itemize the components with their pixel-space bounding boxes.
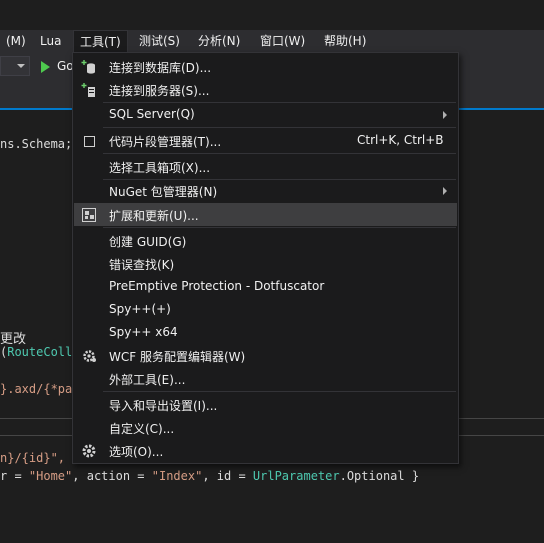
menu-item-label: 连接到数据库(D)... (109, 61, 212, 75)
menu-item-spy-x64[interactable]: Spy++ x64 (74, 321, 457, 344)
code-token: .Optional } (339, 469, 420, 483)
code-type-token: UrlParameter (252, 469, 340, 483)
menu-item-label: 自定义(C)... (109, 422, 175, 436)
code-type-token: RouteColle (7, 345, 80, 359)
menu-item-label: 选择工具箱项(X)... (109, 161, 211, 175)
menu-item-label: NuGet 包管理器(N) (109, 185, 218, 199)
menu-tools[interactable]: 工具(T) (73, 30, 128, 53)
menu-item-choose-toolbox[interactable]: 选择工具箱项(X)... (74, 155, 457, 178)
server-connect-icon (81, 83, 95, 97)
chevron-down-icon (17, 64, 25, 68)
wcf-gear-icon (83, 350, 96, 362)
database-connect-icon (81, 60, 95, 74)
code-string: }.axd/{*pat (0, 382, 80, 396)
menu-help[interactable]: 帮助(H) (318, 30, 372, 52)
menu-item-connect-server[interactable]: 连接到服务器(S)... (74, 78, 457, 101)
menu-item-label: Spy++ x64 (109, 325, 178, 339)
menu-item-sql-server[interactable]: SQL Server(Q) (74, 103, 457, 126)
menu-item-label: Spy++(+) (109, 302, 171, 316)
menu-item-external-tools[interactable]: 外部工具(E)... (74, 367, 457, 390)
menu-item-label: 连接到服务器(S)... (109, 84, 210, 98)
menu-item-extensions-updates[interactable]: 扩展和更新(U)... (74, 203, 457, 226)
code-string: "Index" (151, 469, 203, 483)
code-line: ns.Schema; (0, 137, 73, 151)
config-combo[interactable] (0, 56, 30, 76)
menu-item-label: PreEmptive Protection - Dotfuscator (109, 279, 325, 293)
menu-separator (103, 127, 456, 128)
menu-item-label: SQL Server(Q) (109, 107, 195, 121)
gear-icon (82, 444, 96, 458)
menu-item-connect-database[interactable]: 连接到数据库(D)... (74, 55, 457, 78)
menu-item-wcf-editor[interactable]: WCF 服务配置编辑器(W) (74, 344, 457, 367)
menu-item-import-export[interactable]: 导入和导出设置(I)... (74, 393, 457, 416)
code-line: r = "Home", action = "Index", id = UrlPa… (0, 469, 419, 483)
code-string: "Home" (28, 469, 73, 483)
menu-item-customize[interactable]: 自定义(C)... (74, 416, 457, 439)
code-string: n}/{id}", (0, 451, 66, 465)
menu-item-label: 选项(O)... (109, 445, 164, 459)
tools-menu: 连接到数据库(D)... 连接到服务器(S)... SQL Server(Q) … (72, 52, 459, 464)
menu-item-options[interactable]: 选项(O)... (74, 439, 457, 462)
code-token: , id = (202, 469, 253, 483)
menu-item-shortcut: Ctrl+K, Ctrl+B (357, 133, 444, 147)
play-icon[interactable] (41, 61, 50, 73)
menu-item-label: 错误查找(K) (109, 258, 175, 272)
code-line: (RouteColle (0, 345, 79, 359)
menu-item-snippets-manager[interactable]: 代码片段管理器(T)... Ctrl+K, Ctrl+B (74, 129, 457, 152)
menu-item-create-guid[interactable]: 创建 GUID(G) (74, 229, 457, 252)
menu-item-label: 外部工具(E)... (109, 373, 186, 387)
menu-lua[interactable]: Lua (34, 30, 67, 52)
menu-item-error-lookup[interactable]: 错误查找(K) (74, 252, 457, 275)
submenu-arrow-icon (443, 187, 447, 195)
menu-item-spy[interactable]: Spy++(+) (74, 298, 457, 321)
menu-item-dotfuscator[interactable]: PreEmptive Protection - Dotfuscator (74, 275, 457, 298)
code-token: r = (0, 469, 29, 483)
menu-item-label: 创建 GUID(G) (109, 235, 187, 249)
menu-item-label: 扩展和更新(U)... (109, 209, 199, 223)
menu-bar: (M) Lua 工具(T) 测试(S) 分析(N) 窗口(W) 帮助(H) (0, 30, 544, 53)
menu-model[interactable]: (M) (0, 30, 32, 52)
submenu-arrow-icon (443, 111, 447, 119)
menu-separator (103, 153, 456, 154)
menu-separator (103, 227, 456, 228)
menu-item-label: 导入和导出设置(I)... (109, 399, 218, 413)
menu-item-label: WCF 服务配置编辑器(W) (109, 350, 246, 364)
menu-analyze[interactable]: 分析(N) (192, 30, 246, 52)
menu-separator (103, 391, 456, 392)
menu-item-nuget[interactable]: NuGet 包管理器(N) (74, 179, 457, 202)
menu-test[interactable]: 测试(S) (133, 30, 186, 52)
code-token: , action = (72, 469, 152, 483)
menu-window[interactable]: 窗口(W) (254, 30, 311, 52)
checkbox-icon (84, 136, 95, 147)
menu-item-label: 代码片段管理器(T)... (109, 135, 222, 149)
extensions-icon (82, 208, 96, 222)
